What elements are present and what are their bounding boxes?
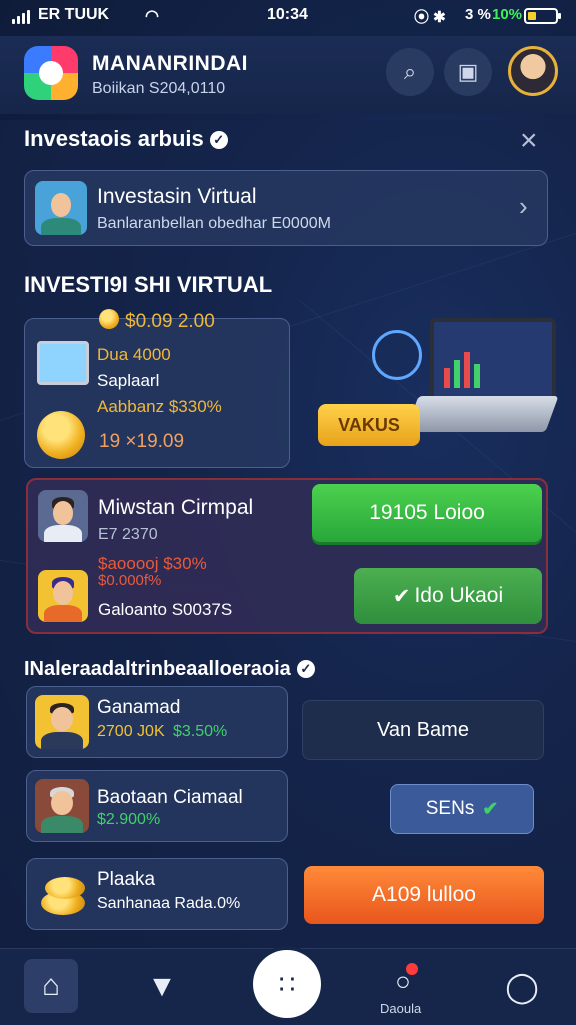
- verified-icon: ✓: [296, 660, 315, 678]
- nav-alerts[interactable]: ○: [380, 961, 426, 1001]
- signal-icon: [12, 10, 30, 24]
- app-name: MANANRINDAI: [92, 52, 248, 75]
- app-header: MANANRINDAI Boiikan S204,0110 ⌕ ▣: [0, 36, 576, 114]
- bluetooth-icon: ⦿ ✱: [414, 9, 446, 26]
- item-action-button[interactable]: Van Bame: [302, 700, 544, 760]
- avatar[interactable]: [508, 46, 558, 96]
- confirm-button[interactable]: ✔ Ido Ukaoi: [354, 568, 542, 624]
- nav-center-button[interactable]: ∷: [253, 950, 321, 1018]
- user-avatar-icon: [35, 695, 89, 749]
- nav-alerts-label: Daoula: [380, 1001, 422, 1016]
- summary-line-3: Aabbanz $330%: [97, 397, 222, 416]
- offer-stat-3: Galoanto S0037S: [98, 600, 233, 619]
- nav-home[interactable]: ⌂: [24, 959, 78, 1013]
- coin-icon: [99, 309, 119, 329]
- search-icon: ⌕: [403, 59, 417, 84]
- wifi-icon: ◠: [145, 8, 159, 25]
- gold-coin-icon: [37, 411, 85, 459]
- summary-amount: 19 ×19.09: [99, 431, 185, 452]
- card-title: Investasin Virtual: [97, 185, 257, 208]
- virtual-section-title: INVESTI9I SHI VIRTUAL: [24, 272, 273, 297]
- offer-name: Miwstan Cirmpal: [98, 496, 254, 519]
- user-avatar-icon: [35, 779, 89, 833]
- promo-badge[interactable]: VAKUS: [318, 404, 420, 446]
- item-sub-left: Sanhanaa Rada.0%: [97, 895, 241, 912]
- store-icon: ▼: [147, 970, 177, 1003]
- camera-icon: ▣: [457, 59, 479, 84]
- status-bar: ER TUUK ◠ 10:34 ⦿ ✱ 3 % 10%: [0, 0, 576, 32]
- verified-icon: ✓: [209, 131, 228, 149]
- sens-button-label: SENs: [425, 798, 475, 819]
- offer-code: E7 2370: [98, 526, 158, 543]
- check-icon: ✔: [482, 798, 499, 820]
- chevron-right-icon: ›: [519, 191, 528, 221]
- laptop-base: [405, 396, 559, 432]
- coin-stack-icon: [37, 873, 89, 917]
- battery-icon: [524, 8, 561, 24]
- item-sub-left: 2700 J0K: [97, 723, 165, 740]
- settings-gear-icon: [372, 330, 422, 380]
- check-icon: ✔: [392, 584, 411, 608]
- close-button[interactable]: ×: [520, 124, 538, 158]
- invest-amount-button[interactable]: 19105 Loioo: [312, 484, 542, 542]
- battery-percent: 3 %: [465, 6, 491, 23]
- app-logo-icon[interactable]: [24, 46, 78, 100]
- monitor-icon: [37, 341, 89, 385]
- list-item[interactable]: Plaaka Sanhanaa Rada.0%: [26, 858, 288, 930]
- confirm-button-label: Ido Ukaoi: [414, 584, 504, 607]
- camera-button[interactable]: ▣: [444, 48, 492, 96]
- list-item[interactable]: Ganamad 2700 J0K $3.50%: [26, 686, 288, 758]
- offer-stat-2: $0.000f%: [98, 572, 162, 589]
- list-item[interactable]: Baotaan Ciamaal $2.900%: [26, 770, 288, 842]
- summary-top-value: $0.09 2.00: [125, 311, 215, 332]
- laptop-chart-icon: [430, 318, 556, 404]
- card-subtitle: Banlaranbellan obedhar E0000M: [97, 215, 331, 232]
- partner-avatar-icon: [38, 570, 88, 622]
- item-name: Baotaan Ciamaal: [97, 787, 243, 808]
- item-name: Ganamad: [97, 697, 181, 718]
- summary-line-1: Dua 4000: [97, 345, 171, 364]
- summary-line-2: Saplaarl: [97, 371, 160, 390]
- home-icon: ⌂: [41, 969, 61, 1002]
- virtual-investment-card[interactable]: Investasin Virtual Banlaranbellan obedha…: [24, 170, 548, 246]
- sheet-title: Investaois arbuis ✓: [24, 126, 228, 152]
- item-sub-right: $3.50%: [173, 723, 228, 740]
- portfolio-summary-card[interactable]: $0.09 2.00 Dua 4000 Saplaarl Aabbanz $33…: [24, 309, 290, 468]
- list-section-title: INaleraadaltrinbeaalloeraoia ✓: [24, 658, 315, 681]
- notification-badge: [406, 963, 418, 975]
- nav-profile[interactable]: ◯: [496, 963, 548, 1011]
- account-balance: Boiikan S204,0110: [92, 80, 226, 97]
- advisor-avatar-icon: [35, 181, 87, 235]
- item-action-button[interactable]: A109 lulloo: [304, 866, 544, 924]
- battery-level: 10%: [492, 6, 523, 23]
- item-sub-left: $2.900%: [97, 811, 161, 828]
- sens-button[interactable]: SENs ✔: [390, 784, 534, 834]
- clock: 10:34: [267, 6, 308, 23]
- investor-avatar-icon: [38, 490, 88, 542]
- item-name: Plaaka: [97, 869, 156, 890]
- close-icon: ×: [520, 124, 538, 157]
- apps-icon: ∷: [278, 968, 296, 999]
- nav-market[interactable]: ▼: [138, 963, 186, 1011]
- offer-stat-1: $aooooj $30%: [98, 554, 207, 573]
- search-button[interactable]: ⌕: [386, 48, 434, 96]
- carrier-name: ER TUUK: [38, 6, 110, 23]
- user-icon: ◯: [505, 970, 539, 1004]
